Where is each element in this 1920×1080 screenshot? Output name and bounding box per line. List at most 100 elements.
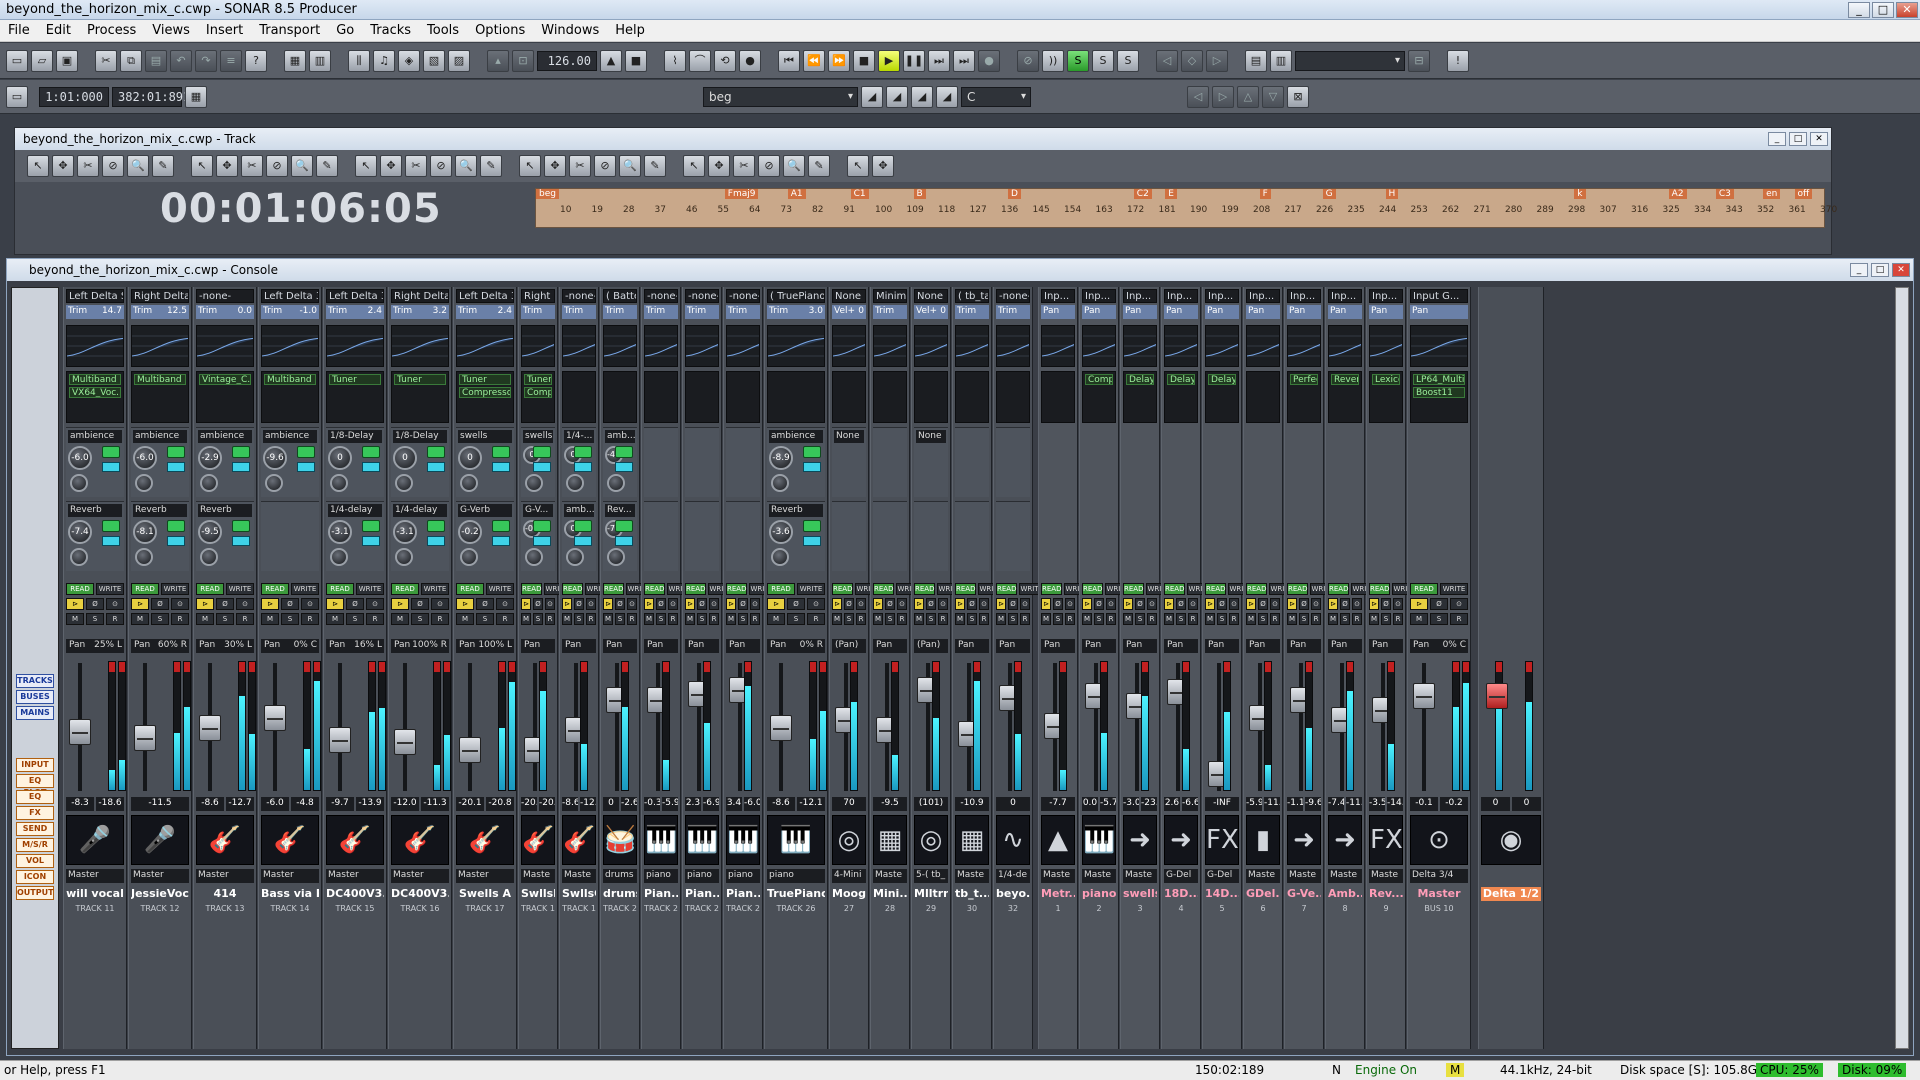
- solo-button[interactable]: S: [574, 613, 584, 625]
- mute-button[interactable]: M: [391, 613, 409, 625]
- menu-options[interactable]: Options: [467, 23, 533, 38]
- pan-control[interactable]: Pan 0% C: [261, 639, 319, 653]
- input-select[interactable]: Inp...: [1082, 289, 1116, 303]
- mute-button[interactable]: M: [1287, 613, 1297, 625]
- input-echo-button[interactable]: ⊳: [1205, 598, 1215, 610]
- read-button[interactable]: READ: [726, 583, 748, 595]
- record-arm-button[interactable]: R: [627, 613, 637, 625]
- eq-section[interactable]: [66, 325, 124, 367]
- paste-icon[interactable]: ▤: [145, 49, 167, 72]
- send-name[interactable]: 1/8-Delay: [393, 430, 447, 443]
- mute-button[interactable]: M: [521, 613, 531, 625]
- track-icon[interactable]: ▮: [1246, 815, 1280, 865]
- fx-bin[interactable]: Tuner: [391, 371, 449, 423]
- fx-plugin[interactable]: Tuner: [394, 374, 446, 385]
- volume-fader[interactable]: [459, 737, 481, 763]
- send-level-knob[interactable]: -7.4: [68, 520, 92, 544]
- eq-plot[interactable]: [833, 326, 865, 366]
- solo-exclusive-icon[interactable]: S: [1117, 49, 1139, 72]
- output-select[interactable]: Maste: [1328, 869, 1362, 883]
- input-select[interactable]: ( tb_ta: [955, 289, 989, 303]
- input-echo-button[interactable]: ⊳: [996, 598, 1006, 610]
- write-button[interactable]: WRITE: [356, 583, 384, 595]
- timeline-marker[interactable]: C2: [1133, 189, 1152, 199]
- phase-button[interactable]: Ø: [1381, 598, 1391, 610]
- track-name[interactable]: Mini...: [873, 887, 907, 901]
- fx-bin[interactable]: [603, 371, 637, 423]
- send-level-knob[interactable]: -8.9: [769, 446, 793, 470]
- close-button[interactable]: ✕: [1896, 1, 1918, 18]
- track-icon[interactable]: 🥁: [603, 815, 637, 865]
- trim-control[interactable]: Trim -1.0: [261, 305, 319, 319]
- forward-icon[interactable]: ⏭: [928, 49, 950, 72]
- track-name[interactable]: GDel...: [1246, 887, 1280, 901]
- solo-button[interactable]: S: [1176, 613, 1186, 625]
- send-pan-knob[interactable]: [395, 548, 413, 566]
- track-tool-grid-icon[interactable]: ✂: [405, 155, 427, 177]
- fx-bin[interactable]: Compr: [1082, 371, 1116, 423]
- send-name[interactable]: Reverb: [68, 504, 122, 517]
- send-pan-knob[interactable]: [607, 474, 625, 492]
- input-select[interactable]: Inp...: [1246, 289, 1280, 303]
- output-select[interactable]: Master: [196, 869, 254, 883]
- track-icon[interactable]: ∿: [996, 815, 1030, 865]
- fx-bin[interactable]: Delay: [1164, 371, 1198, 423]
- eq-plot[interactable]: [997, 326, 1029, 366]
- solo-button[interactable]: S: [1430, 613, 1448, 625]
- mute-button[interactable]: M: [1328, 613, 1338, 625]
- send-enable-button[interactable]: [803, 446, 821, 458]
- marker-prev-icon[interactable]: ◁: [1156, 49, 1178, 72]
- track-tool-track-icon[interactable]: ✂: [241, 155, 263, 177]
- write-button[interactable]: WRITE: [96, 583, 124, 595]
- interleave-button[interactable]: ⊙: [750, 598, 760, 610]
- interleave-button[interactable]: ⊙: [1147, 598, 1157, 610]
- play-icon[interactable]: ▶: [878, 49, 900, 72]
- send-enable-button[interactable]: [427, 520, 445, 532]
- input-select[interactable]: -none-: [726, 289, 760, 303]
- track-tool-fold-icon[interactable]: 🔍: [783, 155, 805, 177]
- input-select[interactable]: Left Delta SPI: [66, 289, 124, 303]
- trim-control[interactable]: Pan: [1082, 305, 1116, 319]
- send-enable-button[interactable]: [492, 520, 510, 532]
- trim-control[interactable]: Trim 0.0: [562, 305, 596, 319]
- send-enable-button[interactable]: [533, 520, 551, 532]
- track-icon[interactable]: ➜: [1123, 815, 1157, 865]
- track-tool-fx-icon[interactable]: ✎: [480, 155, 502, 177]
- send-level-knob[interactable]: 0: [458, 446, 482, 470]
- track-icon[interactable]: 🎸: [562, 815, 596, 865]
- rewind-to-start-icon[interactable]: ⏮: [778, 49, 800, 72]
- send-name[interactable]: ambience: [769, 430, 823, 443]
- midi-panic-icon[interactable]: )): [1042, 49, 1064, 72]
- track-name[interactable]: SwllsB: [521, 887, 555, 901]
- send-enable-button[interactable]: [615, 520, 633, 532]
- send-pan-knob[interactable]: [460, 474, 478, 492]
- pan-control[interactable]: Pan 25% L: [66, 639, 124, 653]
- read-button[interactable]: READ: [1205, 583, 1227, 595]
- eq-plot[interactable]: [1124, 326, 1156, 366]
- fx-plugin[interactable]: Perfect: [1290, 374, 1318, 385]
- phase-button[interactable]: Ø: [844, 598, 854, 610]
- record-arm-button[interactable]: R: [979, 613, 989, 625]
- phase-button[interactable]: Ø: [86, 598, 104, 610]
- trim-control[interactable]: Pan: [1041, 305, 1075, 319]
- marker-next-icon[interactable]: ▷: [1206, 49, 1228, 72]
- interleave-button[interactable]: ⊙: [807, 598, 825, 610]
- track-name[interactable]: 18D...: [1164, 887, 1198, 901]
- record-arm-button[interactable]: R: [236, 613, 254, 625]
- send-post-button[interactable]: [615, 462, 633, 472]
- record-arm-button[interactable]: R: [1270, 613, 1280, 625]
- layout-save-icon[interactable]: ▥: [1270, 49, 1292, 72]
- layout-select[interactable]: [1295, 50, 1405, 71]
- timeline-marker[interactable]: Fmaj9: [724, 189, 759, 199]
- phase-button[interactable]: Ø: [533, 598, 543, 610]
- send-level-knob[interactable]: -2.9: [198, 446, 222, 470]
- record-arm-button[interactable]: R: [807, 613, 825, 625]
- fx-plugin[interactable]: Vintage_C...: [199, 374, 251, 385]
- timeline-marker[interactable]: beg: [536, 189, 559, 199]
- read-button[interactable]: READ: [832, 583, 854, 595]
- pan-control[interactable]: Pan: [521, 639, 555, 653]
- phase-button[interactable]: Ø: [1053, 598, 1063, 610]
- input-select[interactable]: -none-: [685, 289, 719, 303]
- fx-plugin[interactable]: Delay: [1167, 374, 1195, 385]
- snap-icon[interactable]: ⌇: [664, 49, 686, 72]
